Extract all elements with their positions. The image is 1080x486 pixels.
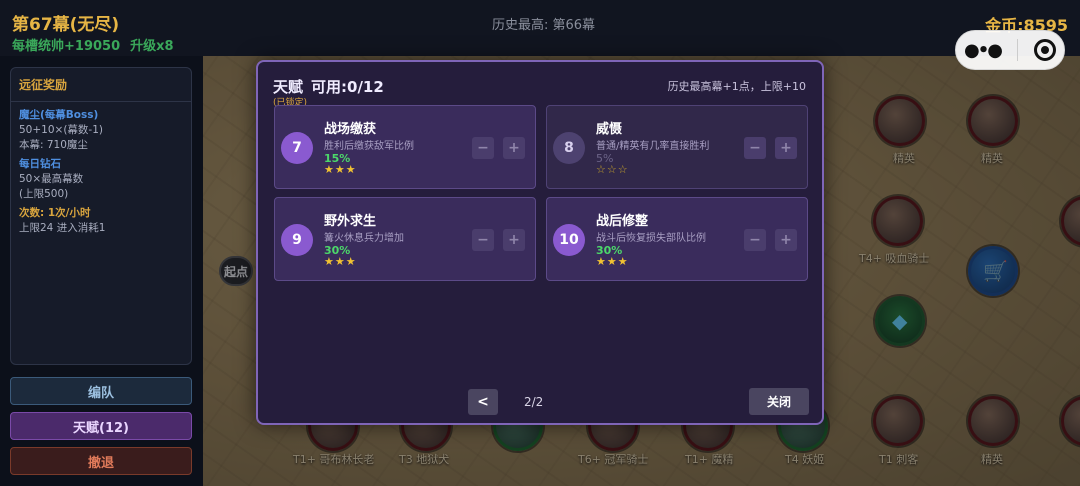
stage-bonus: 每槽统帅+19050 升级x8 [12,35,174,54]
talent-number: 9 [281,224,313,256]
stage-title: 第67幕(无尽) [12,15,120,35]
map-start-node[interactable]: 起点 [219,256,253,286]
talent-name: 战场缴获 [324,122,377,137]
talent-stars: ★★★ [324,163,357,176]
points-rule: 历史最高幕+1点，上限+10 [667,80,806,93]
diamond-icon: ◆ [892,309,908,333]
dialog-title: 天赋 可用:0/12 [273,76,384,97]
map-node-elite[interactable] [875,96,925,146]
map-label: 精英 [981,152,1003,165]
reward-line: 50+10×(幕数-1) [19,124,103,136]
increase-button[interactable]: + [775,229,797,251]
increase-button[interactable]: + [503,137,525,159]
talent-description: 普通/精英有几率直接胜利 [596,141,710,152]
history-best: 历史最高: 第66幕 [492,18,596,33]
map-node-edge[interactable] [1061,396,1080,446]
panel-title: 远征奖励 [19,78,68,92]
talent-card: 7 战场缴获 胜利后缴获敌军比例 15% ★★★ − + [274,105,536,189]
map-label: 精英 [893,152,915,165]
talent-description: 篝火休息兵力增加 [324,233,404,244]
map-node-elite[interactable] [968,396,1018,446]
map-label: T1+ 魔精 [685,453,734,466]
talent-dialog: 天赋 可用:0/12 (已锁定) 历史最高幕+1点，上限+10 7 战场缴获 胜利… [256,60,824,425]
map-label: T1 刺客 [879,453,919,466]
map-node-diamond[interactable]: ◆ [875,296,925,346]
increase-button[interactable]: + [503,229,525,251]
map-label: T3 地狱犬 [399,453,450,466]
map-node-vampire-knight[interactable] [873,196,923,246]
mini-program-capsule: ●•● [955,30,1065,70]
map-node-shop[interactable]: 🛒 [968,246,1018,296]
page-indicator: 2/2 [524,395,544,409]
map-label: T4+ 吸血骑士 [859,252,930,265]
talent-name: 野外求生 [324,214,377,229]
reward-line: (上限500) [19,188,69,200]
per-slot-commander: 每槽统帅+19050 [12,39,121,54]
reward-line: 魔尘(每幕Boss) [19,109,99,121]
talent-description: 战斗后恢复损失部队比例 [596,233,706,244]
talent-stars: ☆☆☆ [596,163,629,176]
map-node-elite[interactable] [968,96,1018,146]
upgrade-level: 升级x8 [130,39,174,54]
reward-line: 50×最高幕数 [19,173,84,185]
retreat-button[interactable]: 撤退 [10,447,192,475]
shop-cart-icon: 🛒 [983,259,1008,283]
more-dots-icon[interactable]: ●•● [964,40,1003,61]
talent-card: 10 战后修整 战斗后恢复损失部队比例 30% ★★★ − + [546,197,808,281]
previous-page-button[interactable]: < [468,389,498,415]
talent-name: 战后修整 [596,214,649,229]
close-button[interactable]: 关闭 [749,388,809,415]
talent-stars: ★★★ [596,255,629,268]
talent-name: 威慑 [596,122,623,137]
talent-number: 8 [553,132,585,164]
expedition-rewards-panel: 远征奖励 魔尘(每幕Boss) 50+10×(幕数-1) 本幕: 710魔尘 每… [10,67,192,365]
reward-line: 次数: 1次/小时 [19,207,91,219]
decrease-button[interactable]: − [472,229,494,251]
panel-divider [11,101,191,102]
talent-card: 9 野外求生 篝火休息兵力增加 30% ★★★ − + [274,197,536,281]
target-icon[interactable] [1033,39,1056,61]
talent-card: 8 威慑 普通/精英有几率直接胜利 5% ☆☆☆ − + [546,105,808,189]
talent-description: 胜利后缴获敌军比例 [324,141,414,152]
talent-stars: ★★★ [324,255,357,268]
decrease-button[interactable]: − [472,137,494,159]
increase-button[interactable]: + [775,137,797,159]
map-node-assassin[interactable] [873,396,923,446]
capsule-divider [1016,39,1018,61]
reward-line: 上限24 进入消耗1 [19,222,106,234]
decrease-button[interactable]: − [744,137,766,159]
map-label: T4 妖姬 [785,453,825,466]
reward-line: 本幕: 710魔尘 [19,139,88,151]
map-label: T6+ 冠军骑士 [578,453,649,466]
talent-number: 10 [553,224,585,256]
talent-button[interactable]: 天赋(12) [10,412,192,440]
map-node-edge[interactable] [1061,196,1080,246]
decrease-button[interactable]: − [744,229,766,251]
map-label: T1+ 哥布林长老 [293,453,375,466]
map-label: 精英 [981,453,1003,466]
team-button[interactable]: 编队 [10,377,192,405]
talent-number: 7 [281,132,313,164]
available-points: 可用:0/12 [311,78,384,96]
top-bar: 第67幕(无尽) 每槽统帅+19050 升级x8 历史最高: 第66幕 金币:85… [0,0,1080,56]
dialog-title-text: 天赋 [273,78,304,96]
reward-line: 每日钻石 [19,158,61,170]
